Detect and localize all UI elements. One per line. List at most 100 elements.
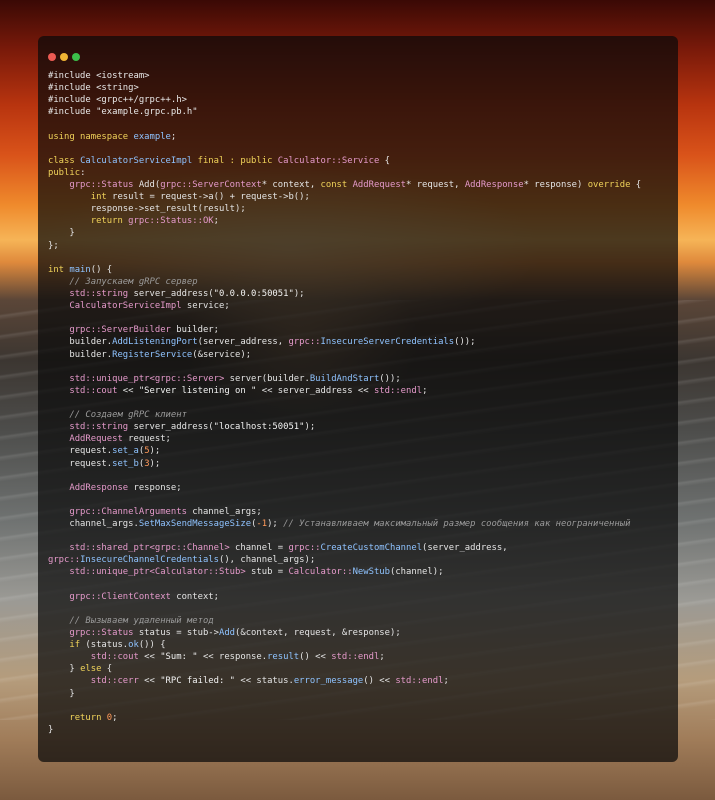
code-token-type: Calculator:: (288, 567, 353, 578)
code-token-type: AddRequest (69, 434, 123, 445)
code-token-comment: // Создаем gRPC клиент (69, 410, 187, 421)
code-token-func: SetMaxSendMessageSize (138, 519, 252, 530)
code-token-default: } (48, 664, 81, 675)
code-token-default: () << (363, 676, 396, 687)
code-line: } else { (48, 663, 672, 675)
code-token-type: grpc:: (48, 555, 81, 566)
code-token-preproc: #include <string> (48, 83, 139, 94)
code-token-default: << (117, 385, 139, 396)
code-token-keyword: int (90, 192, 113, 203)
code-token-default (48, 180, 69, 190)
code-token-string: "Server listening on " (138, 385, 257, 396)
code-token-default: (server_address, (197, 337, 289, 348)
code-token-default (48, 192, 91, 202)
code-token-default (48, 325, 69, 335)
code-token-default: context; (170, 591, 219, 602)
code-line: AddRequest request; (48, 433, 672, 445)
code-token-default: response->set_result(result); (48, 204, 246, 215)
code-token-default (48, 640, 69, 650)
code-line: CalculatorServiceImpl service; (48, 300, 672, 312)
code-token-comment: // Запускаем gRPC сервер (69, 276, 198, 287)
code-token-default: ()); (454, 337, 476, 348)
code-token-type: std::string (69, 288, 129, 299)
code-line: grpc::ClientContext context; (48, 591, 672, 603)
code-token-default: channel_args; (186, 506, 262, 517)
code-token-default (48, 410, 69, 420)
code-token-default: (server_address, (422, 543, 508, 554)
code-block: #include <iostream> #include <string> #inc… (48, 70, 672, 736)
code-token-keyword: if (69, 640, 86, 651)
close-dot-icon[interactable] (48, 53, 56, 61)
code-line: } (48, 688, 672, 700)
code-token-func: set_a (112, 446, 139, 457)
code-line: return 0; (48, 712, 672, 724)
code-token-preproc: #include <grpc++/grpc++.h> (48, 95, 187, 106)
code-line: std::shared_ptr<grpc::Channel> channel =… (48, 542, 672, 554)
code-token-func: Add (219, 628, 236, 639)
code-token-type: grpc:: (288, 337, 321, 348)
code-token-default: << server_address << (256, 385, 374, 396)
code-token-default: builder. (48, 349, 113, 360)
code-token-func: RegisterService (112, 349, 193, 360)
code-token-default: << (138, 652, 161, 663)
code-line: response->set_result(result); (48, 203, 672, 215)
minimize-dot-icon[interactable] (60, 53, 68, 61)
code-token-default: builder; (170, 325, 219, 336)
maximize-dot-icon[interactable] (72, 53, 80, 61)
code-line: #include <grpc++/grpc++.h> (48, 94, 672, 106)
code-token-func: CreateCustomChannel (320, 543, 423, 554)
code-line: // Вызываем удаленный метод (48, 615, 672, 627)
code-token-default: }; (48, 240, 59, 251)
code-token-func: InsecureChannelCredentials (80, 555, 219, 566)
code-token-default: ); (149, 458, 161, 469)
code-token-default: << status. (235, 676, 294, 687)
code-token-default (48, 289, 69, 299)
code-token-string: "0.0.0.0:50051" (213, 288, 294, 299)
code-token-default: ); (293, 288, 305, 299)
code-token-default: request. (48, 458, 113, 469)
code-token-default: channel = (229, 543, 289, 554)
code-token-type: std::endl (373, 385, 423, 396)
code-token-type: grpc:: (288, 543, 321, 554)
code-token-func: AddListeningPort (112, 337, 198, 348)
code-token-func: BuildAndStart (309, 373, 380, 384)
code-line: channel_args.SetMaxSendMessageSize(-1); … (48, 518, 672, 530)
code-token-type: std::string (69, 422, 129, 433)
code-token-func: error_message (293, 676, 364, 687)
code-token-type: std::unique_ptr<Calculator::Stub> (69, 567, 246, 578)
code-token-default: request. (48, 446, 113, 457)
code-token-default (48, 543, 69, 553)
code-line: using namespace example; (48, 131, 672, 143)
code-line: builder.AddListeningPort(server_address,… (48, 336, 672, 348)
code-line: return grpc::Status::OK; (48, 215, 672, 227)
code-token-default: (channel); (389, 567, 444, 578)
code-token-func: ok (128, 640, 139, 651)
code-token-type: std::cout (90, 652, 139, 663)
code-line: int main() { (48, 264, 672, 276)
code-token-type: grpc::ServerBuilder (69, 325, 171, 336)
code-token-default: ; (213, 216, 219, 227)
code-token-default: channel_args. (48, 519, 139, 530)
code-token-type: AddResponse (464, 179, 524, 190)
code-token-func: example (133, 131, 171, 142)
code-token-type: grpc::Status (69, 628, 134, 639)
code-token-keyword: int (48, 264, 70, 275)
code-token-default: server(builder. (224, 373, 310, 384)
code-token-func: set_b (112, 458, 139, 469)
code-token-type: std::shared_ptr<grpc::Channel> (69, 543, 230, 554)
code-token-default: () { (90, 264, 113, 275)
code-line: } (48, 227, 672, 239)
code-token-keyword: const (320, 179, 353, 190)
code-token-keyword: public (48, 167, 81, 178)
code-token-string: "Sum: " (160, 652, 198, 663)
code-token-type: AddRequest (352, 179, 407, 190)
code-token-type: std::endl (395, 676, 444, 687)
code-token-default: () << (299, 652, 332, 663)
code-line: public: (48, 167, 672, 179)
code-token-default: ; (170, 131, 177, 142)
